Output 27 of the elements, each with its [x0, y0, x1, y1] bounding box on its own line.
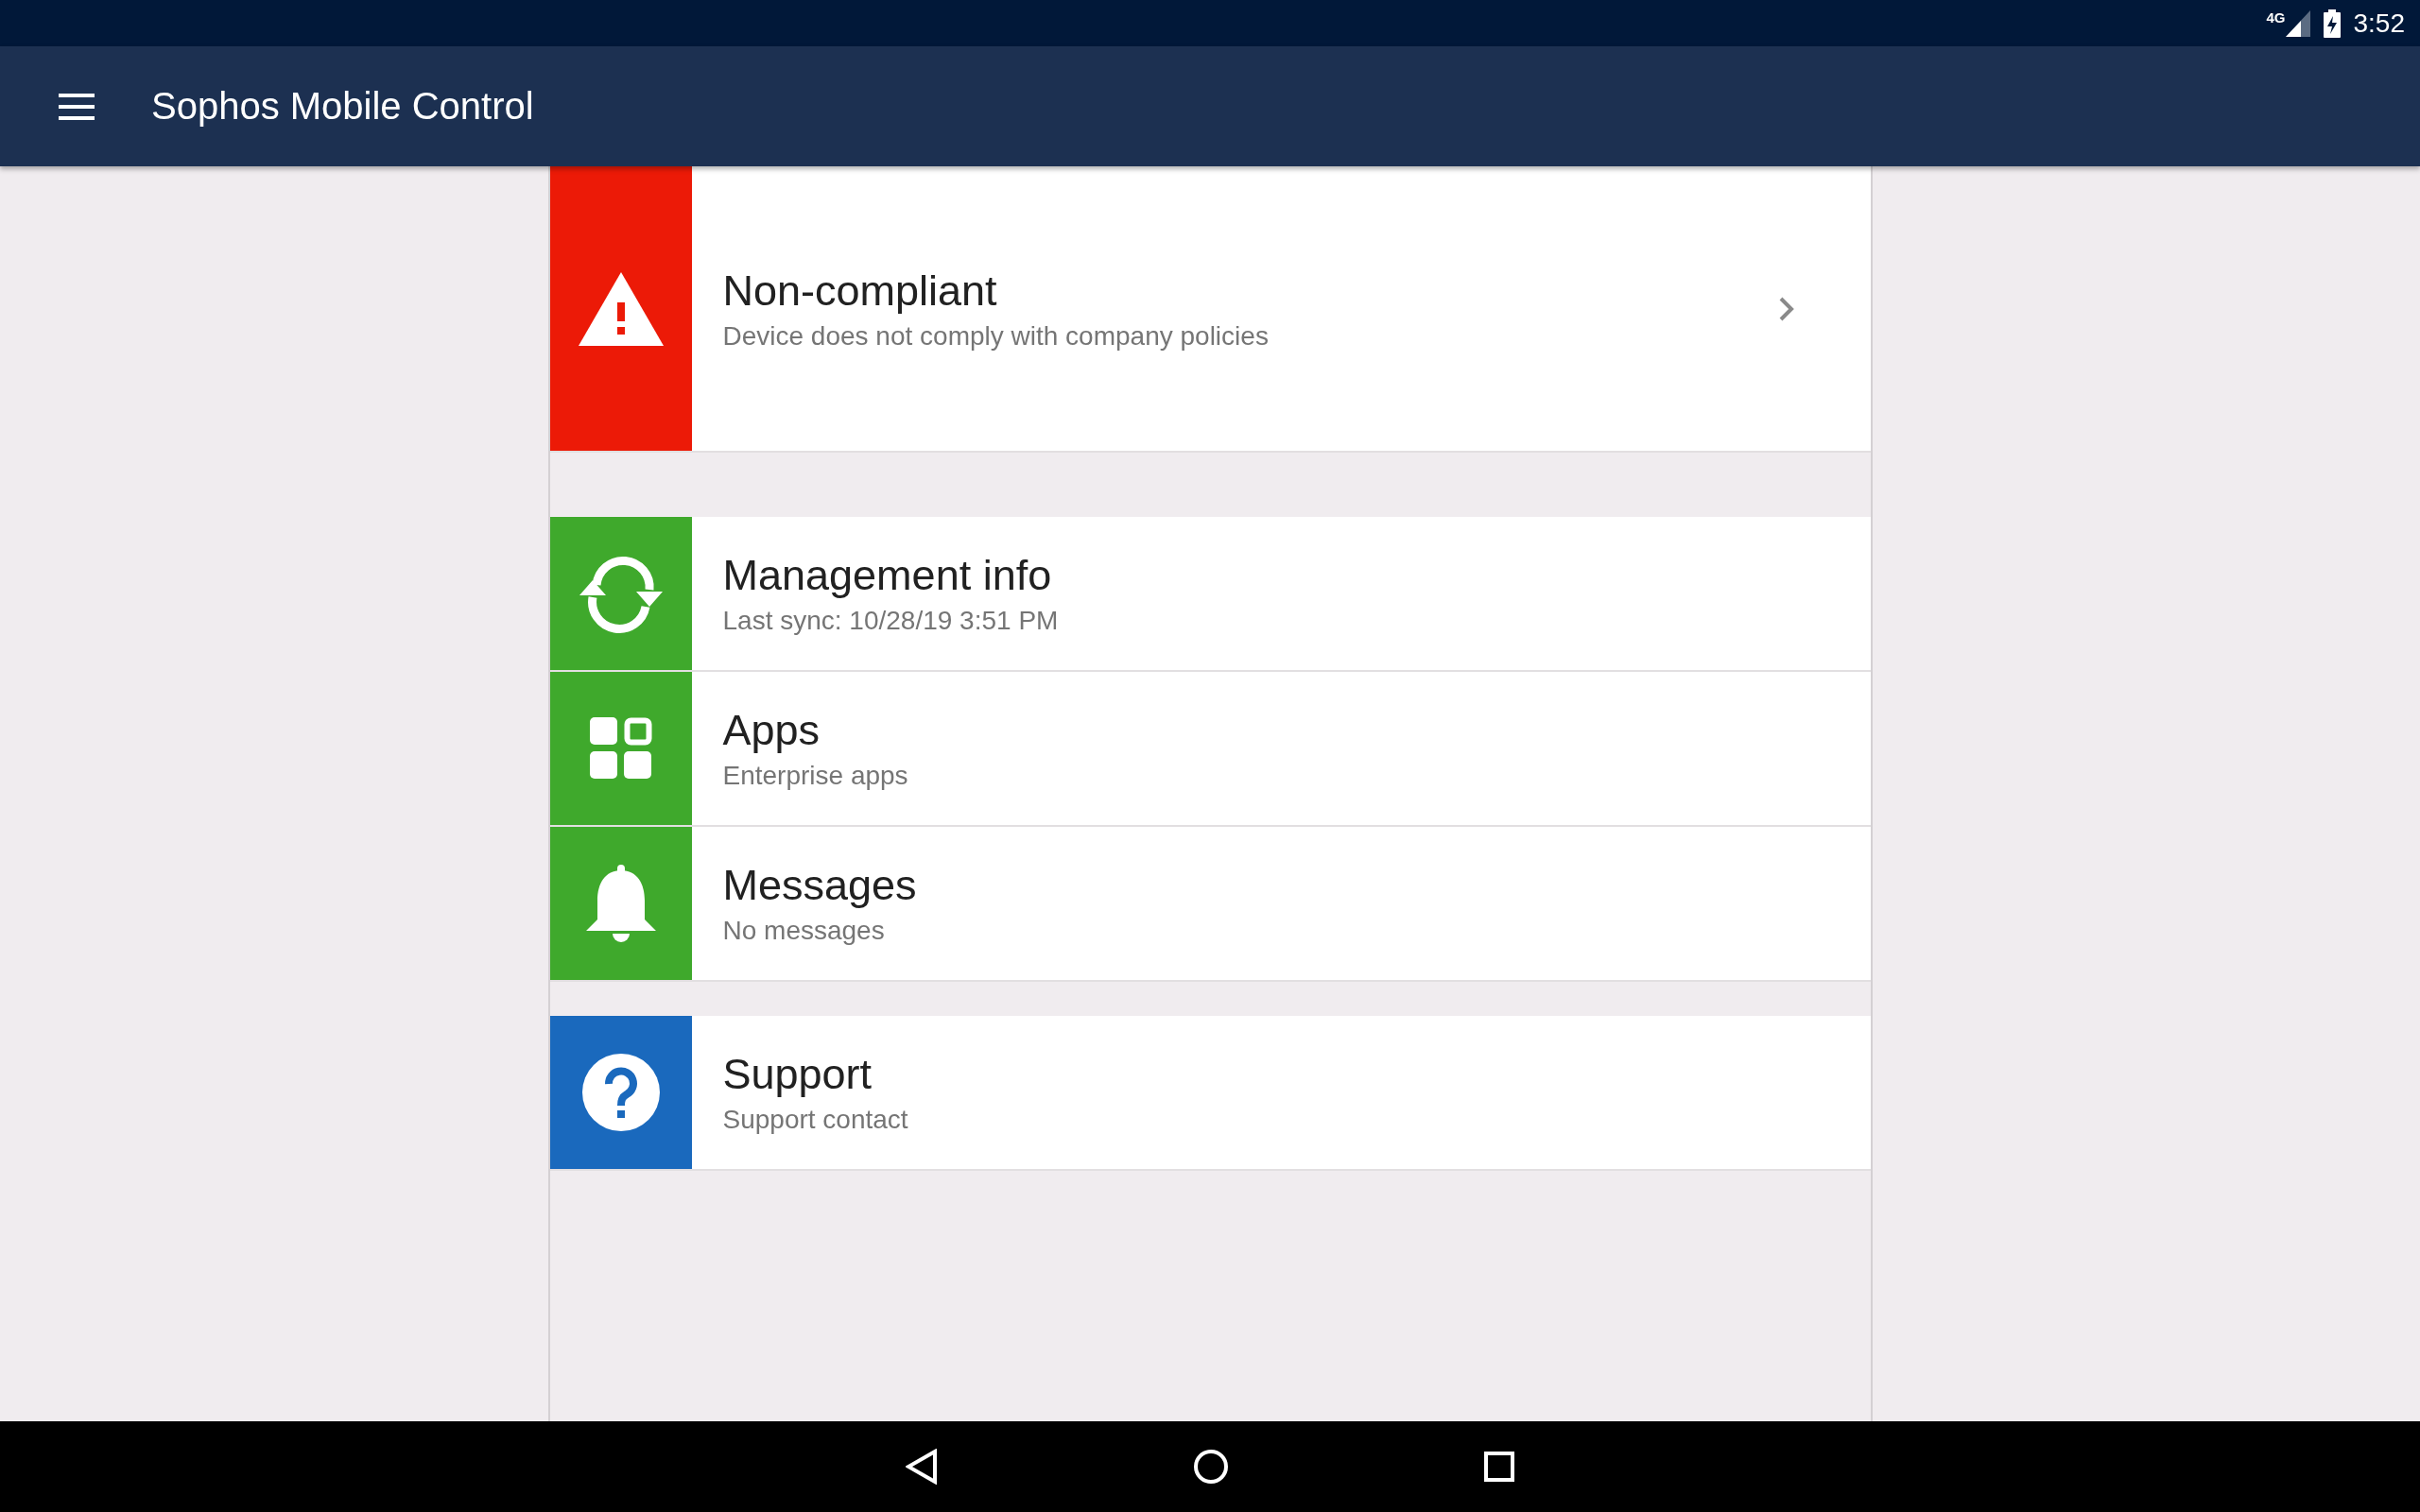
list-item[interactable]: Messages No messages [549, 827, 1871, 982]
clock-time: 3:52 [2353, 8, 2405, 39]
apps-grid-icon [589, 717, 652, 780]
warning-icon [578, 271, 664, 346]
list-item[interactable]: Support Support contact [549, 1016, 1871, 1171]
item-subtitle: Enterprise apps [722, 761, 909, 791]
battery-charging-icon [2323, 9, 2341, 38]
item-title: Messages [722, 861, 918, 910]
list-item[interactable]: Non-compliant Device does not comply with company policies [549, 166, 1871, 453]
list-item[interactable]: Apps Enterprise apps [549, 672, 1871, 827]
item-title: Apps [722, 706, 821, 755]
home-button[interactable] [1193, 1449, 1229, 1485]
recents-button[interactable] [1484, 1452, 1514, 1482]
item-title: Management info [722, 551, 1053, 600]
item-title: Non-compliant [722, 266, 998, 316]
item-title: Support [722, 1050, 873, 1099]
item-subtitle: Last sync: 10/28/19 3:51 PM [722, 606, 1060, 636]
item-subtitle: Support contact [722, 1105, 909, 1135]
network-type-label: 4G [2266, 9, 2286, 26]
back-button[interactable] [906, 1449, 938, 1485]
help-icon [581, 1054, 660, 1131]
signal-icon [2285, 9, 2310, 37]
app-title: Sophos Mobile Control [151, 85, 534, 128]
item-subtitle: No messages [722, 916, 886, 946]
item-subtitle: Device does not comply with company policies [722, 320, 1270, 352]
bell-icon [585, 865, 656, 942]
list-item[interactable]: Management info Last sync: 10/28/19 3:51 PM [549, 517, 1871, 672]
